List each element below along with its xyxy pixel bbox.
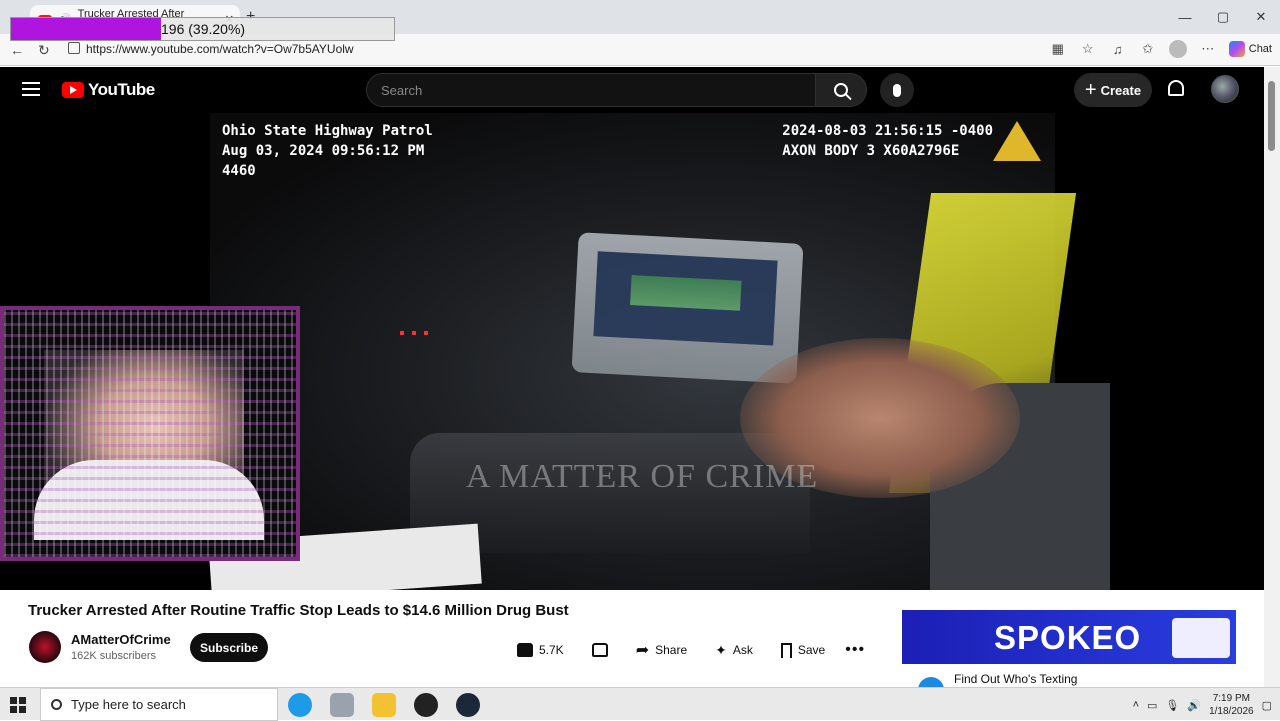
file-explorer-icon[interactable] (372, 693, 396, 717)
youtube-play-icon (62, 82, 84, 98)
dislike-button[interactable] (578, 637, 622, 663)
youtube-logo[interactable]: YouTube (62, 80, 155, 100)
video-title: Trucker Arrested After Routine Traffic S… (28, 602, 569, 619)
share-label: Share (655, 643, 688, 657)
video-actions: 5.7K ➦ Share ✦ Ask Save ••• (503, 634, 865, 666)
copilot-icon (1228, 41, 1245, 57)
axon-logo-icon (993, 121, 1041, 161)
progress-overlay: 196 (39.20%) (10, 17, 395, 41)
apps-icon[interactable]: ▦ (1049, 40, 1067, 58)
plus-icon: + (1084, 79, 1097, 101)
user-avatar[interactable] (1211, 75, 1239, 103)
more-actions-icon[interactable]: ••• (845, 641, 865, 659)
like-count: 5.7K (539, 643, 564, 657)
scrollbar-thumb[interactable] (1268, 81, 1275, 151)
ad-brand: SPOKEO (994, 619, 1142, 656)
laptop-screen-scene (571, 232, 804, 384)
webcam-overlay (0, 306, 300, 561)
video-player[interactable]: Ohio State Highway Patrol Aug 03, 2024 0… (0, 113, 1264, 590)
clock-date: 1/18/2026 (1209, 706, 1254, 717)
progress-text: 196 (39.20%) (161, 21, 246, 37)
ad-logo-icon (918, 677, 944, 687)
share-button[interactable]: ➦ Share (622, 634, 701, 666)
save-label: Save (797, 643, 826, 657)
ask-button[interactable]: ✦ Ask (701, 636, 767, 665)
clock-time: 7:19 PM (1212, 693, 1250, 704)
subscriber-count: 162K subscribers (71, 650, 156, 662)
ad-card-graphic (1172, 618, 1230, 658)
copilot-chat-button[interactable]: Chat (1228, 41, 1272, 57)
taskbar-clock[interactable]: 7:19 PM 1/18/2026 (1209, 692, 1254, 718)
obs-icon[interactable] (414, 693, 438, 717)
search-input[interactable]: Search (366, 73, 816, 107)
chat-label: Chat (1248, 43, 1272, 55)
steam-icon[interactable] (456, 693, 480, 717)
ask-label: Ask (732, 643, 753, 657)
window-controls: — ▢ ✕ (1166, 6, 1280, 28)
taskbar-search-input[interactable]: Type here to search (40, 688, 278, 721)
bodycam-osd-right: 2024-08-03 21:56:15 -0400 AXON BODY 3 X6… (782, 123, 993, 159)
volume-icon[interactable]: 🔊 (1187, 699, 1201, 712)
app-icon[interactable] (330, 693, 354, 717)
notifications-bell-icon[interactable] (1168, 80, 1184, 96)
favorite-star-icon[interactable]: ☆ (1079, 40, 1097, 58)
ad-headline[interactable]: Find Out Who's Texting (902, 672, 1236, 687)
channel-name[interactable]: AMatterOfCrime (71, 632, 171, 647)
ad-banner[interactable]: SPOKEO (902, 610, 1236, 664)
masthead: YouTube Search + Create (0, 67, 1264, 113)
page-scrollbar[interactable] (1264, 67, 1280, 687)
voice-search-button[interactable] (880, 73, 914, 107)
create-button[interactable]: + Create (1074, 73, 1152, 107)
progress-fill (11, 18, 162, 40)
favorites-icon[interactable]: ✩ (1139, 40, 1157, 58)
minimize-button[interactable]: — (1166, 6, 1204, 28)
create-label: Create (1100, 82, 1142, 98)
edge-icon[interactable] (288, 693, 312, 717)
glitch-effect (4, 310, 296, 557)
microphone-icon[interactable]: 🎙 (1165, 699, 1179, 712)
profile-avatar[interactable] (1168, 40, 1187, 58)
bodycam-osd-left: Ohio State Highway Patrol Aug 03, 2024 0… (222, 123, 433, 179)
tray-chevron-icon[interactable]: ˄ (1133, 699, 1139, 711)
taskbar-search-placeholder: Type here to search (71, 697, 186, 712)
thumbs-up-icon (517, 643, 533, 657)
more-menu-icon[interactable]: ⋯ (1199, 40, 1217, 58)
channel-watermark: A MATTER OF CRIME (465, 458, 819, 495)
save-button[interactable]: Save (767, 637, 839, 664)
sparkle-icon: ✦ (715, 641, 727, 658)
maximize-button[interactable]: ▢ (1204, 6, 1242, 28)
red-lights-scene (400, 331, 434, 335)
bookmark-icon (780, 642, 792, 658)
youtube-logo-text: YouTube (88, 80, 155, 99)
browser-toolbar: ▦ ☆ ♫ ✩ ⋯ Chat (1049, 40, 1272, 58)
search-icon (834, 83, 848, 97)
thumbs-down-icon (591, 643, 608, 657)
like-button[interactable]: 5.7K (503, 637, 578, 663)
menu-icon[interactable] (22, 82, 40, 96)
channel-avatar[interactable] (29, 631, 61, 663)
ad-headline-text: Find Out Who's Texting (954, 672, 1078, 686)
windows-start-icon[interactable] (10, 697, 26, 713)
taskbar: Type here to search ˄ ▭ 🎙 🔊 7:19 PM 1/18… (0, 687, 1280, 721)
refresh-button[interactable]: ↻ (38, 42, 50, 59)
search-icon (51, 699, 62, 710)
system-tray: ˄ ▭ 🎙 🔊 7:19 PM 1/18/2026 ▢ (1133, 692, 1272, 718)
youtube-page: YouTube Search + Create Ohio State Highw… (0, 67, 1264, 687)
site-info-icon[interactable] (68, 42, 80, 54)
url-field[interactable]: https://www.youtube.com/watch?v=Ow7b5AYU… (86, 42, 354, 56)
video-frame: Ohio State Highway Patrol Aug 03, 2024 0… (208, 113, 1110, 590)
search-button[interactable] (815, 73, 867, 107)
close-window-button[interactable]: ✕ (1242, 6, 1280, 28)
network-icon[interactable]: ▭ (1147, 699, 1157, 712)
taskbar-apps (288, 693, 480, 717)
notifications-icon[interactable]: ▢ (1262, 699, 1272, 712)
subscribe-button[interactable]: Subscribe (190, 633, 268, 662)
share-arrow-icon: ➦ (635, 642, 650, 659)
media-control-icon[interactable]: ♫ (1109, 40, 1127, 58)
back-button[interactable]: ← (10, 42, 24, 58)
